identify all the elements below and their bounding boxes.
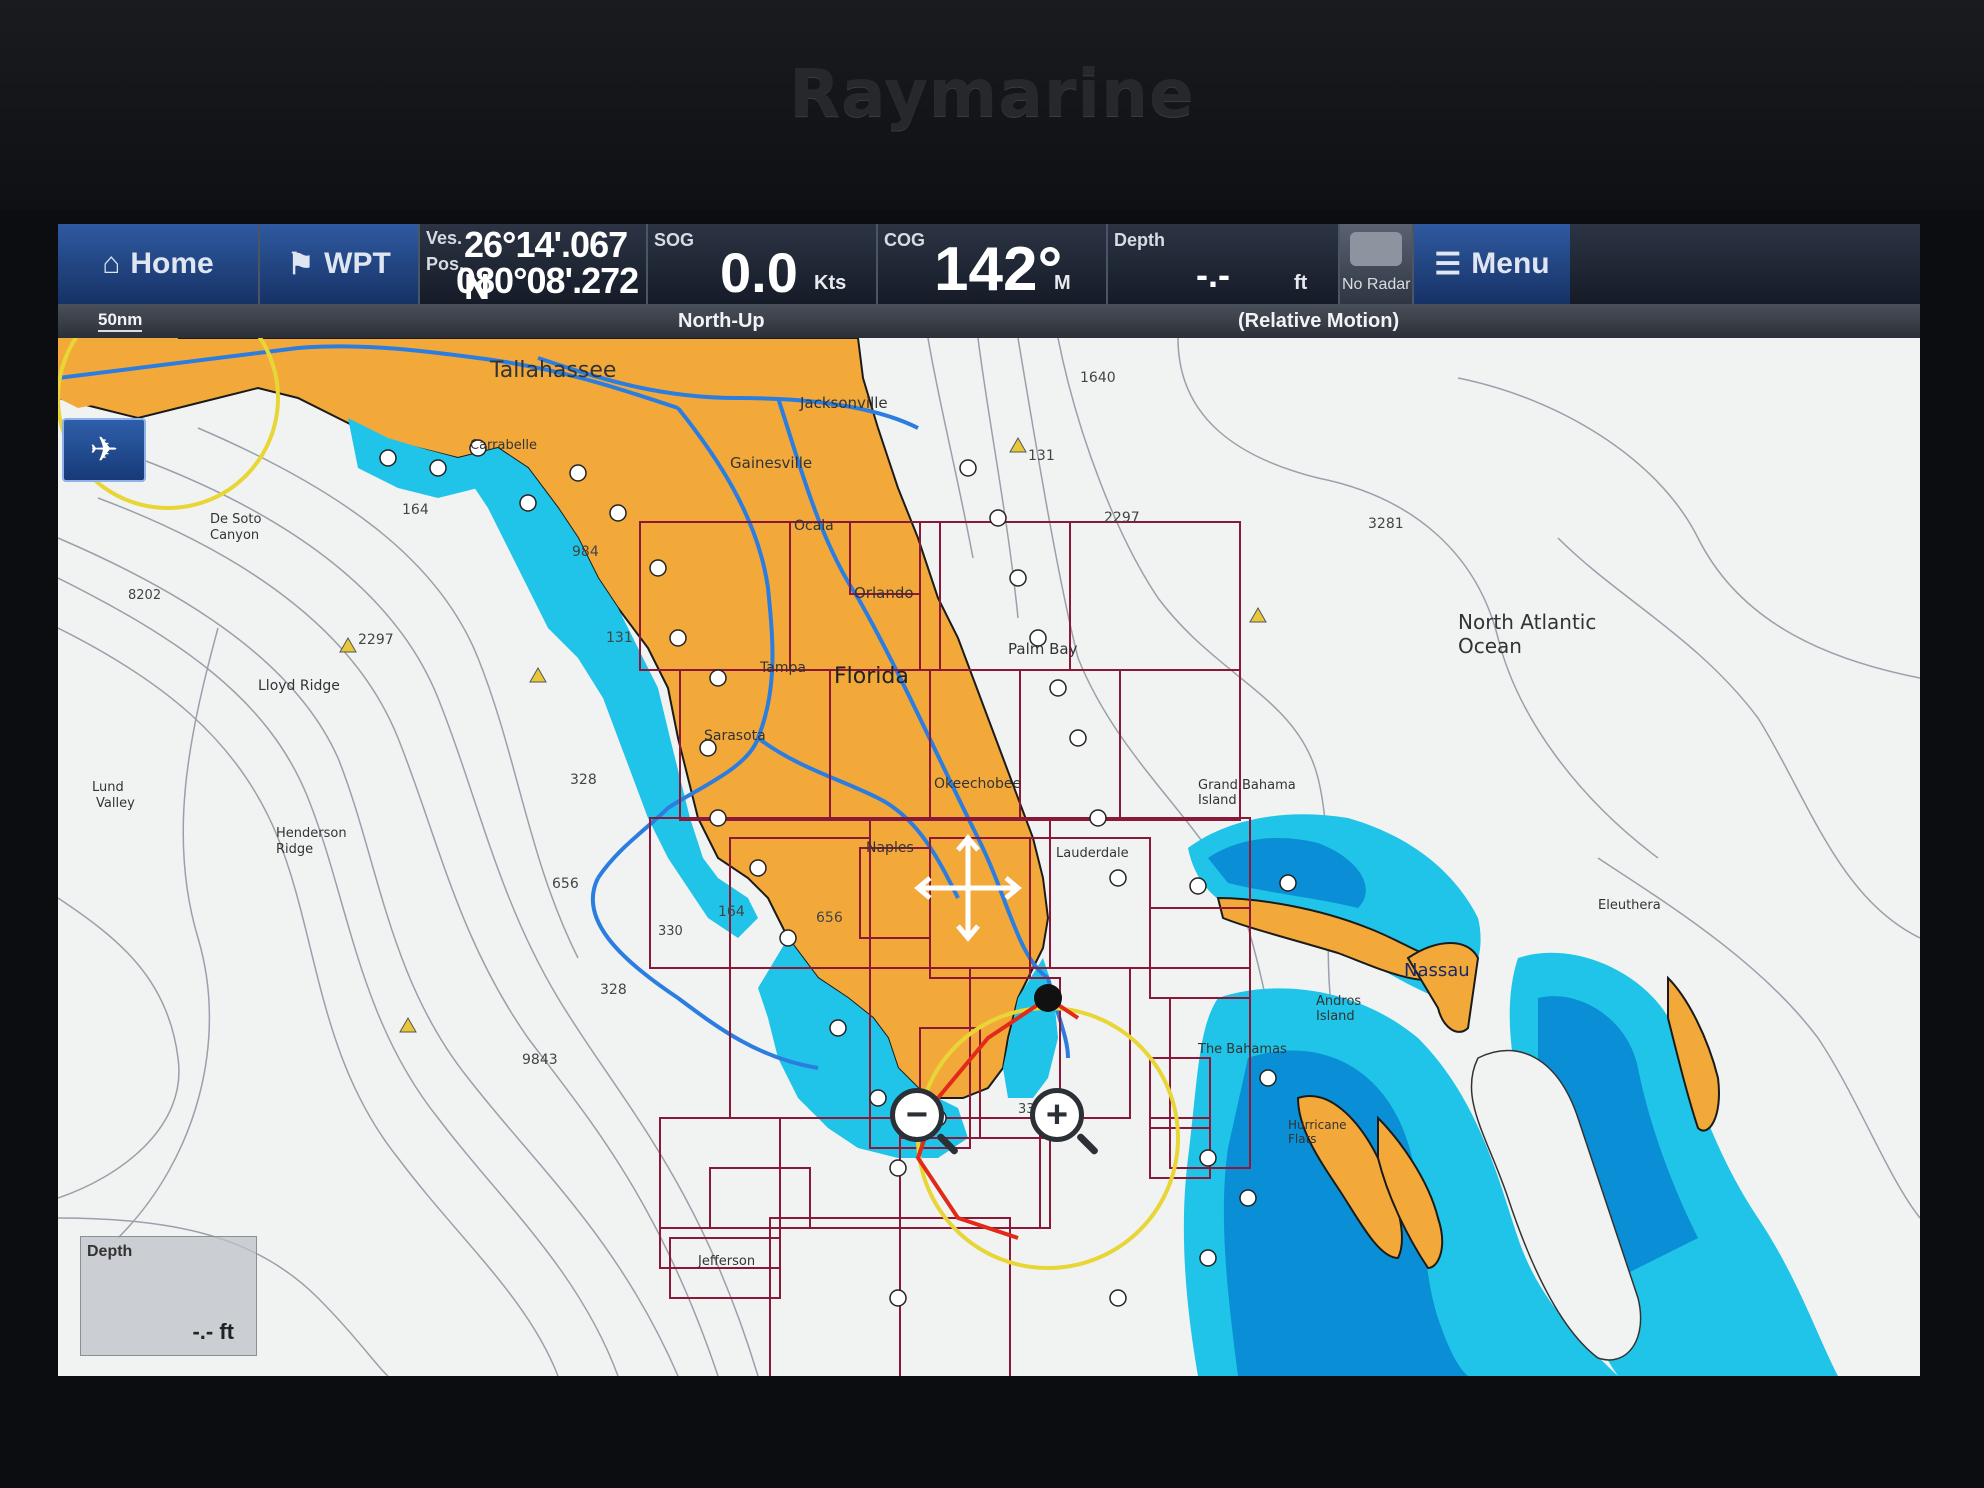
depth-656-b: 656 bbox=[816, 910, 843, 926]
radar-label: No Radar bbox=[1342, 276, 1411, 293]
radar-icon bbox=[1350, 232, 1402, 266]
home-button[interactable]: ⌂ Home bbox=[58, 224, 260, 304]
label-andros: Andros Island bbox=[1316, 994, 1362, 1024]
depth-164: 164 bbox=[402, 502, 429, 518]
radar-button[interactable]: No Radar bbox=[1340, 224, 1414, 304]
label-okeechobee: Okeechobee bbox=[934, 776, 1022, 792]
cog-unit: M bbox=[1054, 272, 1071, 294]
topbar-filler bbox=[1570, 224, 1920, 304]
depth-328-a: 328 bbox=[570, 772, 597, 788]
depth-984: 984 bbox=[572, 544, 599, 560]
data-bar: ⌂ Home ⚑ WPT Ves. Pos. 26°14'.067 N 080°… bbox=[58, 224, 1920, 343]
depth-label: Depth bbox=[1114, 230, 1165, 250]
label-ocala: Ocala bbox=[794, 518, 834, 534]
sog-value: 0.0 bbox=[720, 241, 798, 304]
depth-overlay-label: Depth bbox=[87, 1243, 133, 1260]
label-ocean: Ocean bbox=[1458, 634, 1522, 658]
depth-2297-b: 2297 bbox=[358, 632, 394, 648]
motion-mode[interactable]: (Relative Motion) bbox=[1238, 310, 1399, 333]
label-lauderdale: Lauderdale bbox=[1056, 846, 1129, 861]
label-lloyd: Lloyd Ridge bbox=[258, 678, 340, 694]
depth-9843: 9843 bbox=[522, 1052, 558, 1068]
waypoint-icon: ⚑ bbox=[287, 247, 315, 281]
depth-656-a: 656 bbox=[552, 876, 579, 892]
depth-131-a: 131 bbox=[1028, 448, 1055, 464]
label-jacksonville: Jacksonville bbox=[800, 394, 888, 412]
depth-overlay-value: -.- ft bbox=[192, 1319, 234, 1344]
label-carrabelle: Carrabelle bbox=[470, 438, 537, 453]
home-label: Home bbox=[130, 247, 214, 280]
vessel-position-cell[interactable]: Ves. Pos. 26°14'.067 N 080°08'.272 W bbox=[420, 224, 648, 343]
menu-label: Menu bbox=[1471, 247, 1550, 280]
depth-2297-a: 2297 bbox=[1104, 510, 1140, 526]
label-palm-bay: Palm Bay bbox=[1008, 640, 1078, 658]
chart-area[interactable]: Tallahassee Jacksonville Gainesville Car… bbox=[58, 338, 1920, 1376]
range-scale[interactable]: 50nm bbox=[98, 310, 143, 332]
label-jefferson: Jefferson bbox=[698, 1254, 756, 1269]
brand-logo: Raymarine bbox=[789, 55, 1195, 132]
depth-328-b: 328 bbox=[600, 982, 627, 998]
label-the-bahamas: The Bahamas bbox=[1198, 1042, 1287, 1057]
depth-1640: 1640 bbox=[1080, 370, 1116, 386]
label-eleuthera: Eleuthera bbox=[1598, 898, 1661, 913]
label-valley: Valley bbox=[96, 796, 135, 811]
cog-value: 142° bbox=[934, 235, 1063, 304]
label-hurricane-flats: Hurricane Flats bbox=[1288, 1118, 1347, 1146]
label-desoto: De Soto bbox=[210, 512, 262, 527]
label-gainesville: Gainesville bbox=[730, 454, 813, 472]
navigation-icon[interactable]: ✈ bbox=[62, 418, 146, 482]
depth-cell[interactable]: Depth -.- ft bbox=[1108, 224, 1340, 304]
label-naples: Naples bbox=[866, 840, 914, 856]
map-labels: Tallahassee Jacksonville Gainesville Car… bbox=[58, 338, 1920, 1376]
label-henderson: Henderson bbox=[276, 826, 347, 841]
wpt-label: WPT bbox=[324, 247, 391, 280]
label-tallahassee: Tallahassee bbox=[490, 358, 617, 383]
label-lund: Lund bbox=[92, 780, 124, 795]
depth-8202: 8202 bbox=[128, 588, 162, 603]
pos-label-ves: Ves. bbox=[426, 228, 463, 248]
cog-label: COG bbox=[884, 230, 926, 250]
zoom-out-icon[interactable]: − bbox=[890, 1088, 944, 1142]
depth-164-b: 164 bbox=[718, 904, 745, 920]
label-nassau: Nassau bbox=[1404, 960, 1470, 981]
status-bar: 50nm North-Up (Relative Motion) bbox=[58, 304, 1920, 338]
label-sarasota: Sarasota bbox=[704, 728, 766, 744]
depth-3281: 3281 bbox=[1368, 516, 1404, 532]
menu-icon: ☰ bbox=[1434, 247, 1462, 281]
home-icon: ⌂ bbox=[102, 247, 121, 280]
depth-overlay[interactable]: Depth -.- ft bbox=[80, 1236, 257, 1356]
orientation-mode[interactable]: North-Up bbox=[678, 310, 765, 333]
depth-unit: ft bbox=[1294, 272, 1308, 294]
wpt-button[interactable]: ⚑ WPT bbox=[260, 224, 420, 304]
label-florida: Florida bbox=[834, 664, 909, 689]
label-tampa: Tampa bbox=[760, 660, 806, 676]
menu-button[interactable]: ☰ Menu bbox=[1414, 224, 1570, 304]
zoom-in-icon[interactable]: + bbox=[1030, 1088, 1084, 1142]
depth-value: -.- bbox=[1196, 254, 1230, 295]
sog-cell[interactable]: SOG 0.0 Kts bbox=[648, 224, 878, 304]
label-orlando: Orlando bbox=[854, 584, 914, 602]
label-grand-bahama: Grand Bahama Island bbox=[1198, 778, 1296, 808]
sog-unit: Kts bbox=[814, 272, 847, 294]
depth-330: 330 bbox=[658, 924, 683, 939]
chart-plotter-screen: ⌂ Home ⚑ WPT Ves. Pos. 26°14'.067 N 080°… bbox=[58, 224, 1920, 1376]
label-canyon: Canyon bbox=[210, 528, 260, 543]
sog-label: SOG bbox=[654, 230, 695, 250]
cog-cell[interactable]: COG 142° M bbox=[878, 224, 1108, 304]
label-north-atlantic: North Atlantic bbox=[1458, 610, 1597, 634]
label-ridge: Ridge bbox=[276, 842, 314, 857]
depth-131-b: 131 bbox=[606, 630, 633, 646]
